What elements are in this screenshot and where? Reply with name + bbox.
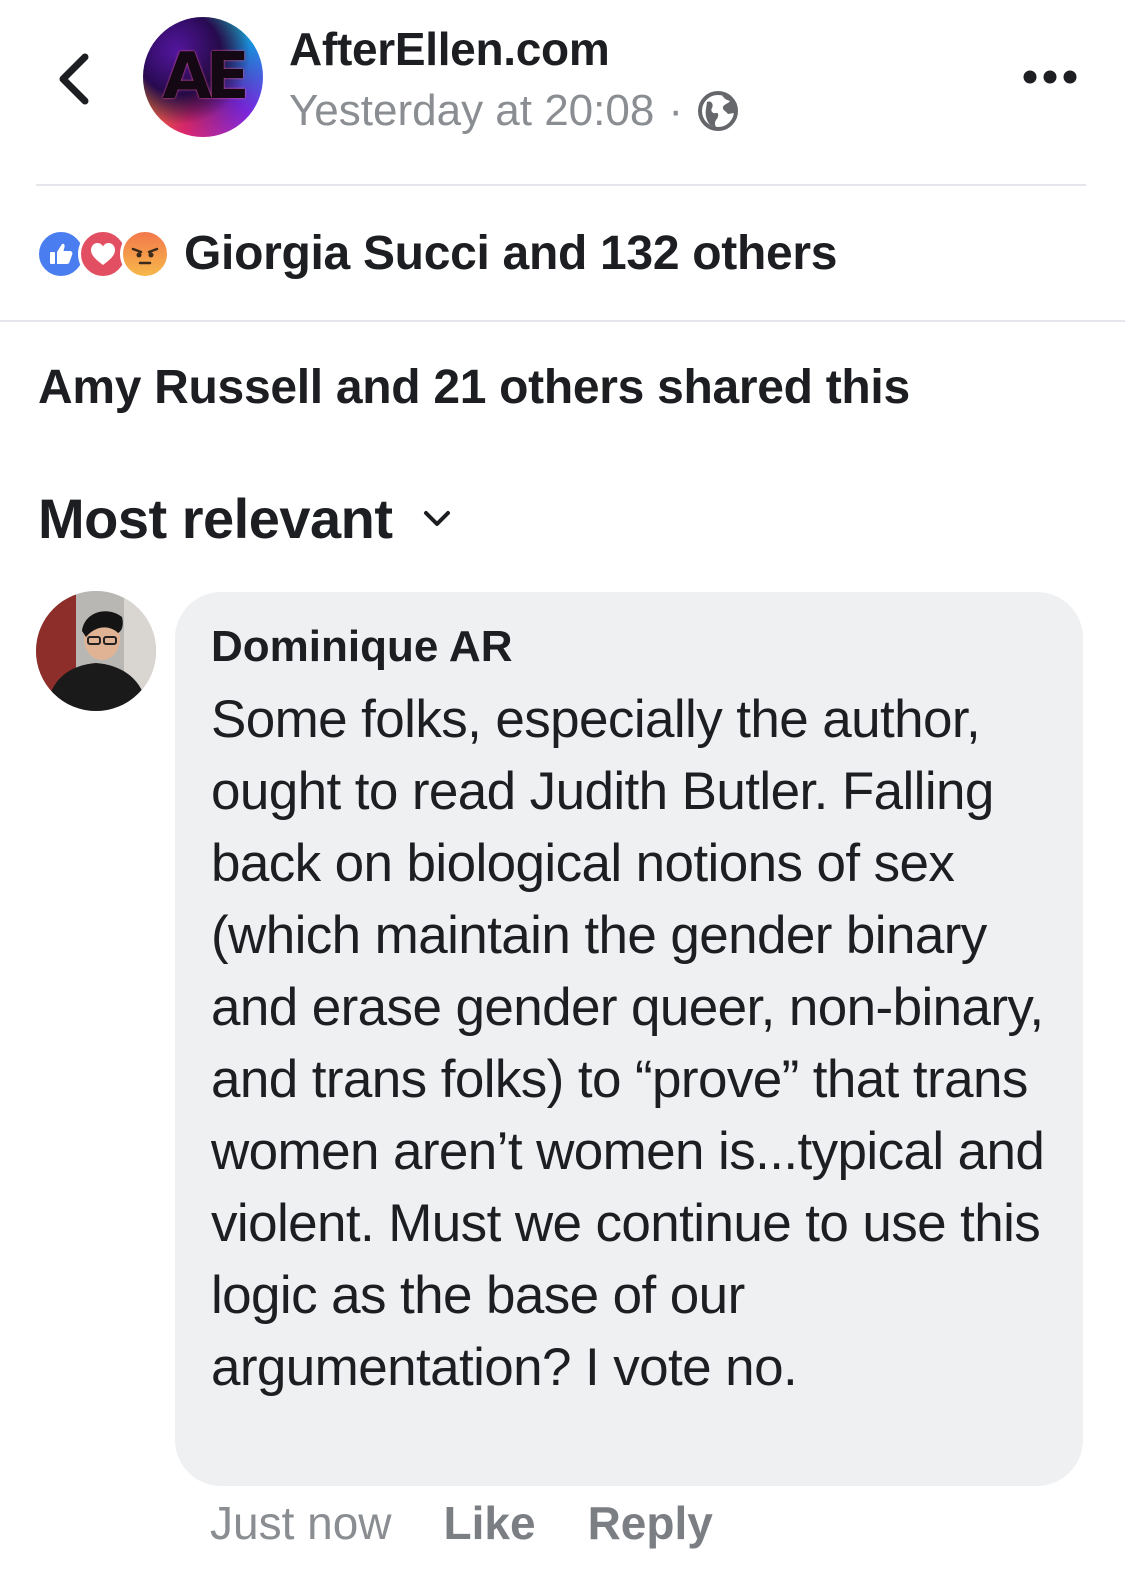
reactions-divider (0, 320, 1125, 322)
shares-summary[interactable]: Amy Russell and 21 others shared this (38, 360, 910, 415)
comment-text: Some folks, especially the author, ought… (211, 690, 1045, 1397)
reactions-summary-text: Giorgia Succi and 132 others (184, 227, 838, 280)
chevron-down-icon (423, 510, 450, 526)
profile-photo (36, 591, 156, 711)
comment-actions: Just now Like Reply (210, 1496, 713, 1550)
more-options-button[interactable] (1020, 60, 1080, 94)
comment-timestamp: Just now (210, 1497, 392, 1549)
meta-separator: · (668, 86, 683, 135)
angry-reaction-icon (120, 228, 170, 279)
chevron-left-icon (59, 53, 89, 105)
comment-bubble: Dominique AR Some folks, especially the … (175, 592, 1083, 1486)
page-name[interactable]: AfterEllen.com (289, 22, 610, 76)
reply-button[interactable]: Reply (588, 1496, 713, 1550)
post-detail-screen: AE AfterEllen.com Yesterday at 20:08 · G… (0, 0, 1125, 1572)
more-dots-icon (1023, 70, 1077, 84)
like-button[interactable]: Like (444, 1496, 536, 1550)
reaction-icons (36, 228, 170, 279)
comment-sort-dropdown[interactable]: Most relevant (38, 486, 451, 551)
back-button[interactable] (44, 44, 104, 114)
reactions-summary[interactable]: Giorgia Succi and 132 others (36, 226, 837, 281)
page-avatar[interactable]: AE (143, 17, 263, 137)
page-logo: AE (162, 40, 249, 114)
commenter-avatar[interactable] (36, 591, 156, 711)
globe-icon (697, 91, 738, 131)
comment-author[interactable]: Dominique AR (211, 620, 1047, 674)
post-meta: Yesterday at 20:08 · (289, 86, 739, 136)
sort-label: Most relevant (38, 487, 393, 550)
post-timestamp[interactable]: Yesterday at 20:08 (289, 86, 654, 136)
header-divider (36, 184, 1086, 186)
